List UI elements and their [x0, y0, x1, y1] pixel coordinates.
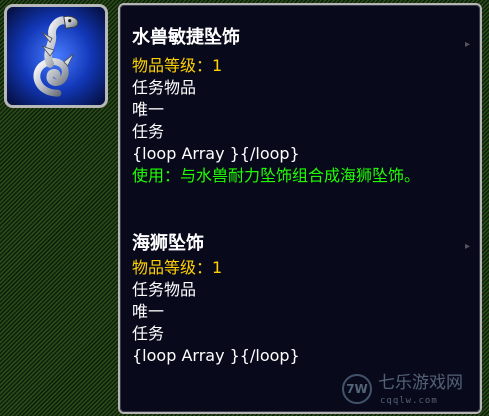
watermark-logo: 7W: [342, 374, 372, 404]
item-type: 任务物品: [132, 280, 197, 299]
item-unique: 唯一: [132, 302, 165, 321]
item-level: 物品等级：1: [132, 56, 223, 75]
item-title: 水兽敏捷坠饰: [132, 27, 240, 48]
item-use-effect: 使用：与水兽耐力坠饰组合成海狮坠饰。: [132, 166, 421, 185]
item-loop-text: {loop Array }{/loop}: [132, 346, 300, 365]
watermark-url: cqqlw.com: [380, 396, 438, 406]
item-level: 物品等级：1: [132, 258, 223, 277]
item-loop-text: {loop Array }{/loop}: [132, 144, 300, 163]
item-icon-frame[interactable]: [4, 4, 108, 108]
corner-mark: ▸: [464, 39, 470, 50]
item-unique: 唯一: [132, 100, 165, 119]
site-watermark: 7W 七乐游戏网 cqqlw.com: [342, 372, 484, 412]
item-quest: 任务: [132, 122, 165, 141]
item-title: 海狮坠饰: [132, 233, 204, 254]
watermark-text: 七乐游戏网: [378, 373, 463, 393]
corner-mark: ▸: [464, 241, 470, 252]
serpent-icon: [7, 7, 105, 105]
item-tooltip: 水兽敏捷坠饰 物品等级：1 任务物品 唯一 任务 {loop Array }{/…: [118, 3, 482, 414]
item-block: 水兽敏捷坠饰 物品等级：1 任务物品 唯一 任务 {loop Array }{/…: [132, 25, 472, 187]
item-type: 任务物品: [132, 78, 197, 97]
item-block: 海狮坠饰 物品等级：1 任务物品 唯一 任务 {loop Array }{/lo…: [132, 231, 472, 367]
item-quest: 任务: [132, 324, 165, 343]
